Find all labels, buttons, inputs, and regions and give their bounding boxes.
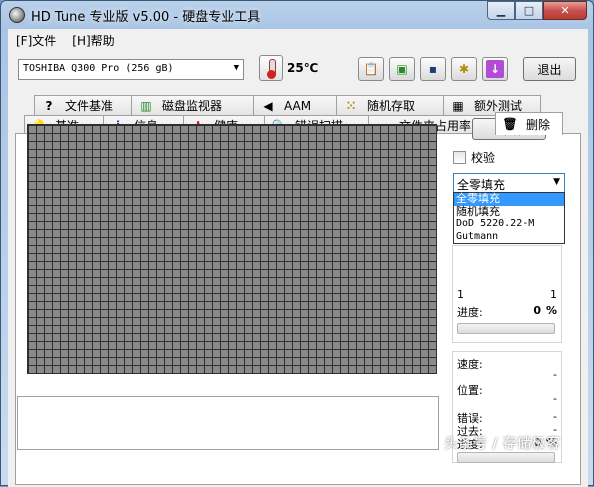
position-value: - [553, 392, 557, 405]
tab-label: 文件基准 [65, 99, 114, 113]
tab-row-top: ? 文件基准 ▥ 磁盘监视器 ◀ AAM ⁙ 随机存取 ▦ 额外测试 [34, 95, 541, 115]
speed-value: - [553, 368, 557, 381]
progress-label: 进度: [457, 306, 483, 319]
chevron-down-icon: ▼ [553, 177, 560, 187]
chevron-down-icon: ▼ [233, 63, 239, 73]
erase-method-dropdown: 全零填充 随机填充 DoD 5220.22-M Gutmann [453, 192, 565, 244]
exit-button[interactable]: 退出 [523, 57, 576, 81]
speaker-icon: ◀ [263, 98, 273, 113]
errors-value: - [553, 410, 557, 423]
progress-unit: % [545, 304, 557, 317]
app-window: HD Tune 专业版 v5.00 - 硬盘专业工具 ▁ □ ✕ [F]文件 [… [0, 0, 594, 487]
copy-screenshot-icon: ▣ [396, 62, 408, 76]
tab-file-benchmark[interactable]: ? 文件基准 [34, 95, 132, 115]
position-label: 位置: [457, 384, 483, 397]
pass-current: 1 [457, 288, 464, 301]
tab-label: AAM [284, 98, 312, 113]
temperature-readout: 25℃ [287, 61, 319, 75]
progress-value: 0 [533, 304, 541, 317]
random-access-icon: ⁙ [345, 98, 357, 113]
minimize-icon: ▁ [496, 4, 506, 17]
save-button[interactable]: ▪ [420, 57, 446, 81]
copy-text-button[interactable]: 📋 [358, 57, 384, 81]
pass-progress-box: 1 1 进度: 0 % [452, 245, 562, 343]
extra-tests-icon: ▦ [452, 98, 464, 113]
title-bar[interactable]: HD Tune 专业版 v5.00 - 硬盘专业工具 ▁ □ ✕ [1, 1, 593, 29]
block-map-grid [27, 124, 437, 374]
tab-random-access[interactable]: ⁙ 随机存取 [336, 95, 444, 115]
maximize-icon: □ [523, 4, 535, 17]
options-icon: ✱ [458, 62, 470, 76]
options-button[interactable]: ✱ [451, 57, 477, 81]
copy-screenshot-button[interactable]: ▣ [389, 57, 415, 81]
download-button[interactable]: ↓ [482, 57, 508, 81]
menu-help[interactable]: [H]帮助 [64, 29, 122, 51]
progress2-bar [457, 452, 555, 463]
close-button[interactable]: ✕ [543, 1, 587, 20]
close-icon: ✕ [560, 4, 570, 17]
speed-label: 速度: [457, 358, 483, 371]
tab-label: 删除 [526, 117, 551, 132]
tab-label: 磁盘监视器 [162, 99, 223, 113]
verify-checkbox[interactable] [453, 151, 466, 164]
toolbar: TOSHIBA Q300 Pro (256 gB) ▼ 25℃ 📋 ▣ ▪ ✱ … [8, 51, 588, 89]
drive-select-value: TOSHIBA Q300 Pro (256 gB) [23, 63, 174, 74]
tab-disk-monitor[interactable]: ▥ 磁盘监视器 [131, 95, 254, 115]
save-icon: ▪ [428, 62, 438, 76]
verify-label: 校验 [471, 151, 496, 165]
minimize-button[interactable]: ▁ [487, 1, 515, 20]
drive-select[interactable]: TOSHIBA Q300 Pro (256 gB) ▼ [18, 59, 244, 80]
tab-erase[interactable]: 🗑 删除 [495, 112, 563, 135]
erase-method-value: 全零填充 [457, 178, 506, 192]
method-option-dod[interactable]: DoD 5220.22-M [454, 218, 564, 231]
log-box [17, 396, 439, 450]
menu-file[interactable]: [F]文件 [8, 29, 64, 51]
hd-tune-logo-icon [9, 7, 25, 23]
maximize-button[interactable]: □ [515, 1, 543, 20]
download-icon: ↓ [486, 60, 504, 78]
copy-text-icon: 📋 [363, 62, 379, 76]
file-benchmark-icon: ? [45, 98, 53, 113]
menu-bar: [F]文件 [H]帮助 [8, 29, 588, 51]
method-option-gutmann[interactable]: Gutmann [454, 231, 564, 244]
disk-monitor-icon: ▥ [140, 98, 152, 113]
trash-icon: 🗑 [502, 117, 518, 131]
erase-method-select[interactable]: 全零填充 ▼ [453, 173, 565, 193]
progress-bar [457, 323, 555, 334]
watermark-text: 头条号 / 存储极客 [444, 436, 561, 452]
method-option-random-fill[interactable]: 随机填充 [454, 205, 564, 219]
tab-label: 随机存取 [367, 99, 416, 113]
tab-aam[interactable]: ◀ AAM [253, 95, 337, 115]
pass-total: 1 [550, 288, 557, 301]
method-option-zero-fill[interactable]: 全零填充 [454, 192, 564, 206]
thermometer-icon[interactable] [259, 55, 283, 81]
verify-option[interactable]: 校验 [453, 149, 495, 166]
window-title: HD Tune 专业版 v5.00 - 硬盘专业工具 [31, 10, 261, 25]
